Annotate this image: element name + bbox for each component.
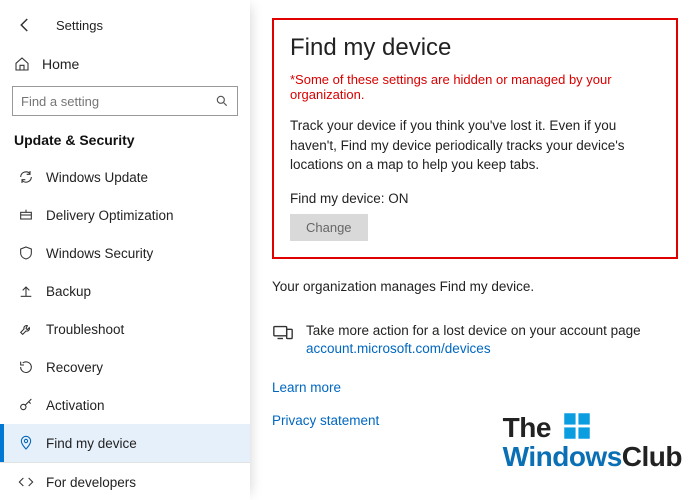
search-field[interactable] — [21, 94, 215, 109]
nav-label: Windows Security — [46, 246, 153, 261]
nav-label: For developers — [46, 475, 136, 490]
home-label: Home — [42, 56, 79, 72]
sidebar-item-activation[interactable]: Activation — [0, 386, 250, 424]
sync-icon — [18, 169, 34, 185]
backup-icon — [18, 283, 34, 299]
sidebar-item-home[interactable]: Home — [0, 46, 250, 82]
more-action-text: Take more action for a lost device on yo… — [306, 322, 641, 340]
sidebar-item-backup[interactable]: Backup — [0, 272, 250, 310]
nav-label: Windows Update — [46, 170, 148, 185]
sidebar-item-recovery[interactable]: Recovery — [0, 348, 250, 386]
recovery-icon — [18, 359, 34, 375]
nav-label: Find my device — [46, 436, 137, 451]
search-input[interactable] — [12, 86, 238, 116]
content-pane: Find my device *Some of these settings a… — [250, 0, 700, 500]
window-title: Settings — [56, 18, 103, 33]
location-icon — [18, 435, 34, 451]
watermark-line2b: Club — [622, 441, 682, 472]
page-title: Find my device — [290, 34, 660, 62]
devices-link[interactable]: account.microsoft.com/devices — [306, 340, 491, 358]
feature-description: Track your device if you think you've lo… — [290, 116, 660, 175]
home-icon — [14, 56, 30, 72]
nav-label: Troubleshoot — [46, 322, 124, 337]
change-button[interactable]: Change — [290, 214, 368, 241]
nav-list: Windows Update Delivery Optimization Win… — [0, 158, 250, 500]
sidebar-item-find-my-device[interactable]: Find my device — [0, 424, 250, 462]
privacy-link[interactable]: Privacy statement — [272, 413, 678, 428]
code-icon — [18, 474, 34, 490]
wrench-icon — [18, 321, 34, 337]
sidebar: Settings Home Update & Security Windows … — [0, 0, 250, 500]
nav-label: Activation — [46, 398, 105, 413]
nav-label: Backup — [46, 284, 91, 299]
search-icon — [215, 94, 229, 108]
nav-label: Recovery — [46, 360, 103, 375]
key-icon — [18, 397, 34, 413]
nav-label: Delivery Optimization — [46, 208, 174, 223]
status-text: Find my device: ON — [290, 191, 660, 206]
more-action-row: Take more action for a lost device on yo… — [272, 322, 678, 358]
back-button[interactable] — [14, 14, 36, 36]
shield-icon — [18, 245, 34, 261]
sidebar-item-windows-update[interactable]: Windows Update — [0, 158, 250, 196]
org-warning: *Some of these settings are hidden or ma… — [290, 72, 660, 102]
devices-icon — [272, 322, 294, 344]
section-label: Update & Security — [0, 126, 250, 158]
sidebar-item-windows-security[interactable]: Windows Security — [0, 234, 250, 272]
sidebar-item-for-developers[interactable]: For developers — [0, 463, 250, 500]
sidebar-item-delivery-optimization[interactable]: Delivery Optimization — [0, 196, 250, 234]
highlighted-region: Find my device *Some of these settings a… — [272, 18, 678, 259]
sidebar-item-troubleshoot[interactable]: Troubleshoot — [0, 310, 250, 348]
learn-more-link[interactable]: Learn more — [272, 380, 678, 395]
watermark-line2a: Windows — [503, 441, 622, 472]
org-note: Your organization manages Find my device… — [272, 279, 678, 294]
delivery-icon — [18, 207, 34, 223]
